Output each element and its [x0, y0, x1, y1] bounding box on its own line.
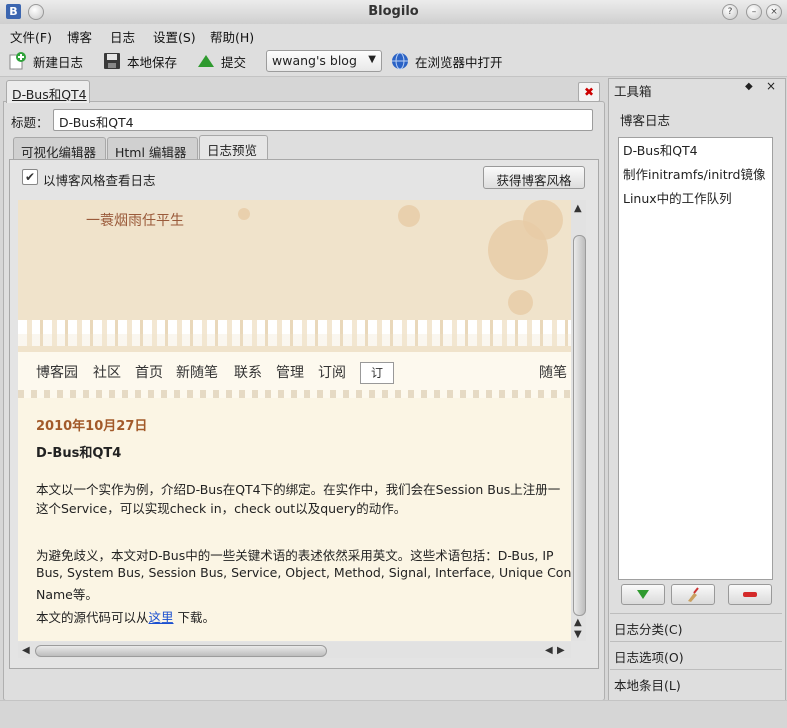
menu-bar: 文件(F) 博客 日志 设置(S) 帮助(H): [0, 24, 787, 46]
nav-link-contact[interactable]: 联系: [234, 362, 262, 382]
nav-link-home-site[interactable]: 博客园: [36, 362, 78, 382]
nav-link-subscribe[interactable]: 订阅: [318, 362, 346, 382]
menu-post[interactable]: 日志: [110, 27, 135, 46]
nav-link-home[interactable]: 首页: [135, 362, 163, 382]
scroll-left-icon-right[interactable]: ◀: [545, 645, 553, 656]
minimize-icon[interactable]: –: [746, 4, 762, 20]
minus-icon: [743, 592, 757, 597]
post-paragraph-1-line-1: 本文以一个实作为例，介绍D-Bus在QT4下的绑定。在实作中，我们会在Sessi…: [36, 482, 561, 497]
post-date: 2010年10月27日: [36, 419, 148, 434]
post-paragraph-1-line-2: 这个Service，可以实现check in，check out以及query的…: [36, 501, 407, 516]
clear-posts-button[interactable]: [671, 584, 715, 605]
title-input[interactable]: D-Bus和QT4: [53, 109, 593, 131]
nav-link-manage[interactable]: 管理: [276, 362, 304, 382]
post-paragraph-2-line-3: Name等。: [36, 587, 98, 602]
post-paragraph-3: 本文的源代码可以从这里 下载。: [36, 607, 215, 626]
title-label: 标题：: [11, 115, 49, 130]
fetch-style-button[interactable]: 获得博客风格: [483, 166, 585, 189]
window-title: Blogilo: [368, 4, 419, 19]
broom-icon: [688, 587, 699, 602]
blog-style-checkbox-label: 以博客风格查看日志: [43, 173, 156, 188]
section-post-options[interactable]: 日志选项(O): [614, 647, 684, 666]
save-local-button[interactable]: 本地保存: [127, 52, 177, 71]
source-download-link[interactable]: 这里: [149, 610, 174, 625]
tab-post-document[interactable]: D-Bus和QT4: [6, 80, 90, 103]
float-panel-icon[interactable]: ◆: [745, 81, 753, 92]
nav-link-community[interactable]: 社区: [93, 362, 121, 382]
tab-post-document-label: D-Bus和QT4: [12, 87, 87, 102]
section-categories[interactable]: 日志分类(C): [614, 619, 682, 638]
vertical-scroll-thumb[interactable]: [573, 235, 586, 616]
status-bar: [0, 700, 787, 728]
blog-site-name: 一蓑烟雨任平生: [86, 213, 184, 229]
save-icon: [104, 53, 120, 69]
fetch-style-button-label: 获得博客风格: [496, 173, 572, 188]
section-local-entries[interactable]: 本地条目(L): [614, 675, 681, 694]
list-item[interactable]: 制作initramfs/initrd镜像: [623, 164, 766, 183]
list-item[interactable]: Linux中的工作队列: [623, 188, 732, 207]
post-title: D-Bus和QT4: [36, 446, 122, 461]
open-browser-button[interactable]: 在浏览器中打开: [415, 52, 503, 71]
nav-torn-edge: [18, 390, 571, 398]
blog-posts-header: 博客日志: [620, 113, 671, 128]
arrow-down-icon: [637, 590, 649, 599]
blog-banner: 一蓑烟雨任平生: [18, 200, 571, 352]
chevron-down-icon: ▼: [368, 54, 376, 65]
tab-html-editor[interactable]: Html 编辑器: [107, 137, 198, 160]
list-item[interactable]: D-Bus和QT4: [623, 140, 698, 159]
title-bar: B Blogilo ? – ×: [0, 0, 787, 25]
post-paragraph-2-line-1: 为避免歧义，本文对D-Bus中的一些关键术语的表述依然采用英文。这些术语包括：D…: [36, 548, 554, 563]
blog-preview-webview: 一蓑烟雨任平生 博客园 社区 首页 新随笔 联系 管理 订阅 订 随笔 2010…: [18, 200, 571, 641]
title-input-value: D-Bus和QT4: [59, 115, 134, 130]
new-post-icon: [9, 52, 26, 70]
blog-select[interactable]: wwang's blog ▼: [266, 50, 382, 72]
toolbar: 新建日志 本地保存 提交 在浏览器中打开: [0, 46, 787, 77]
submit-icon: [198, 55, 214, 67]
scroll-down-icon[interactable]: ▼: [574, 629, 582, 640]
tab-post-preview-label: 日志预览: [207, 143, 258, 158]
menu-blog[interactable]: 博客: [67, 27, 92, 46]
nav-link-new-post[interactable]: 新随笔: [176, 362, 218, 382]
tab-visual-editor[interactable]: 可视化编辑器: [13, 137, 106, 160]
post-paragraph-2-line-2: Bus, System Bus, Session Bus, Service, O…: [36, 565, 571, 580]
tab-post-preview[interactable]: 日志预览: [199, 135, 268, 160]
scroll-left-icon[interactable]: ◀: [22, 645, 30, 656]
help-icon[interactable]: ?: [722, 4, 738, 20]
toolbox-title: 工具箱: [614, 84, 652, 99]
blog-post-list: D-Bus和QT4 制作initramfs/initrd镜像 Linux中的工作…: [618, 137, 773, 580]
blog-nav: 博客园 社区 首页 新随笔 联系 管理 订阅 订 随笔: [18, 352, 571, 392]
blog-select-value: wwang's blog: [272, 53, 357, 68]
post-paragraph-3-prefix: 本文的源代码可以从: [36, 610, 149, 625]
nav-link-essays[interactable]: 随笔: [539, 362, 567, 382]
close-panel-icon[interactable]: ×: [766, 79, 776, 93]
remove-post-button[interactable]: [728, 584, 772, 605]
horizontal-scroll-thumb[interactable]: [35, 645, 327, 657]
post-paragraph-3-suffix: 下载。: [173, 610, 216, 625]
menu-settings[interactable]: 设置(S): [153, 27, 196, 46]
scroll-up-icon[interactable]: ▲: [574, 203, 582, 214]
nav-subscribe-box[interactable]: 订: [360, 362, 394, 384]
close-tab-icon[interactable]: ✖: [578, 82, 600, 102]
new-post-button[interactable]: 新建日志: [33, 52, 83, 71]
blog-style-checkbox[interactable]: ✔: [22, 169, 38, 185]
close-window-icon[interactable]: ×: [766, 4, 782, 20]
banner-torn-edge-2: [18, 332, 571, 346]
scroll-up-icon-lower[interactable]: ▲: [574, 617, 582, 628]
submit-button[interactable]: 提交: [221, 52, 246, 71]
fetch-posts-button[interactable]: [621, 584, 665, 605]
menu-help[interactable]: 帮助(H): [210, 27, 254, 46]
menu-file[interactable]: 文件(F): [10, 27, 52, 46]
globe-icon: [392, 52, 408, 70]
scroll-right-icon[interactable]: ▶: [557, 645, 565, 656]
